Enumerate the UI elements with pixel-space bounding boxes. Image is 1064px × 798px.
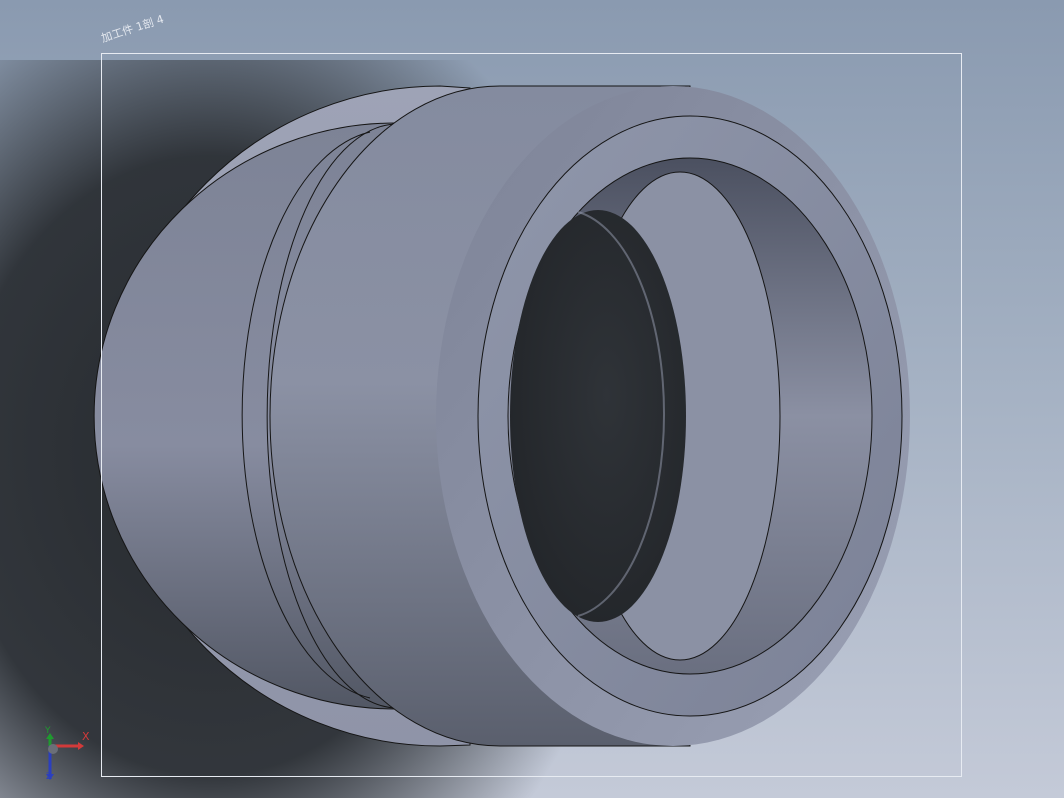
model-view[interactable]: [0, 0, 1064, 798]
axis-y-label: Y: [45, 726, 51, 736]
axis-x-label: X: [82, 730, 90, 743]
axis-triad: X Y Z: [36, 726, 96, 788]
bore-hole: [510, 210, 686, 622]
axis-z-label: Z: [46, 772, 53, 782]
graphics-viewport[interactable]: 加工件 1剖 4 X Y Z: [0, 0, 1064, 798]
